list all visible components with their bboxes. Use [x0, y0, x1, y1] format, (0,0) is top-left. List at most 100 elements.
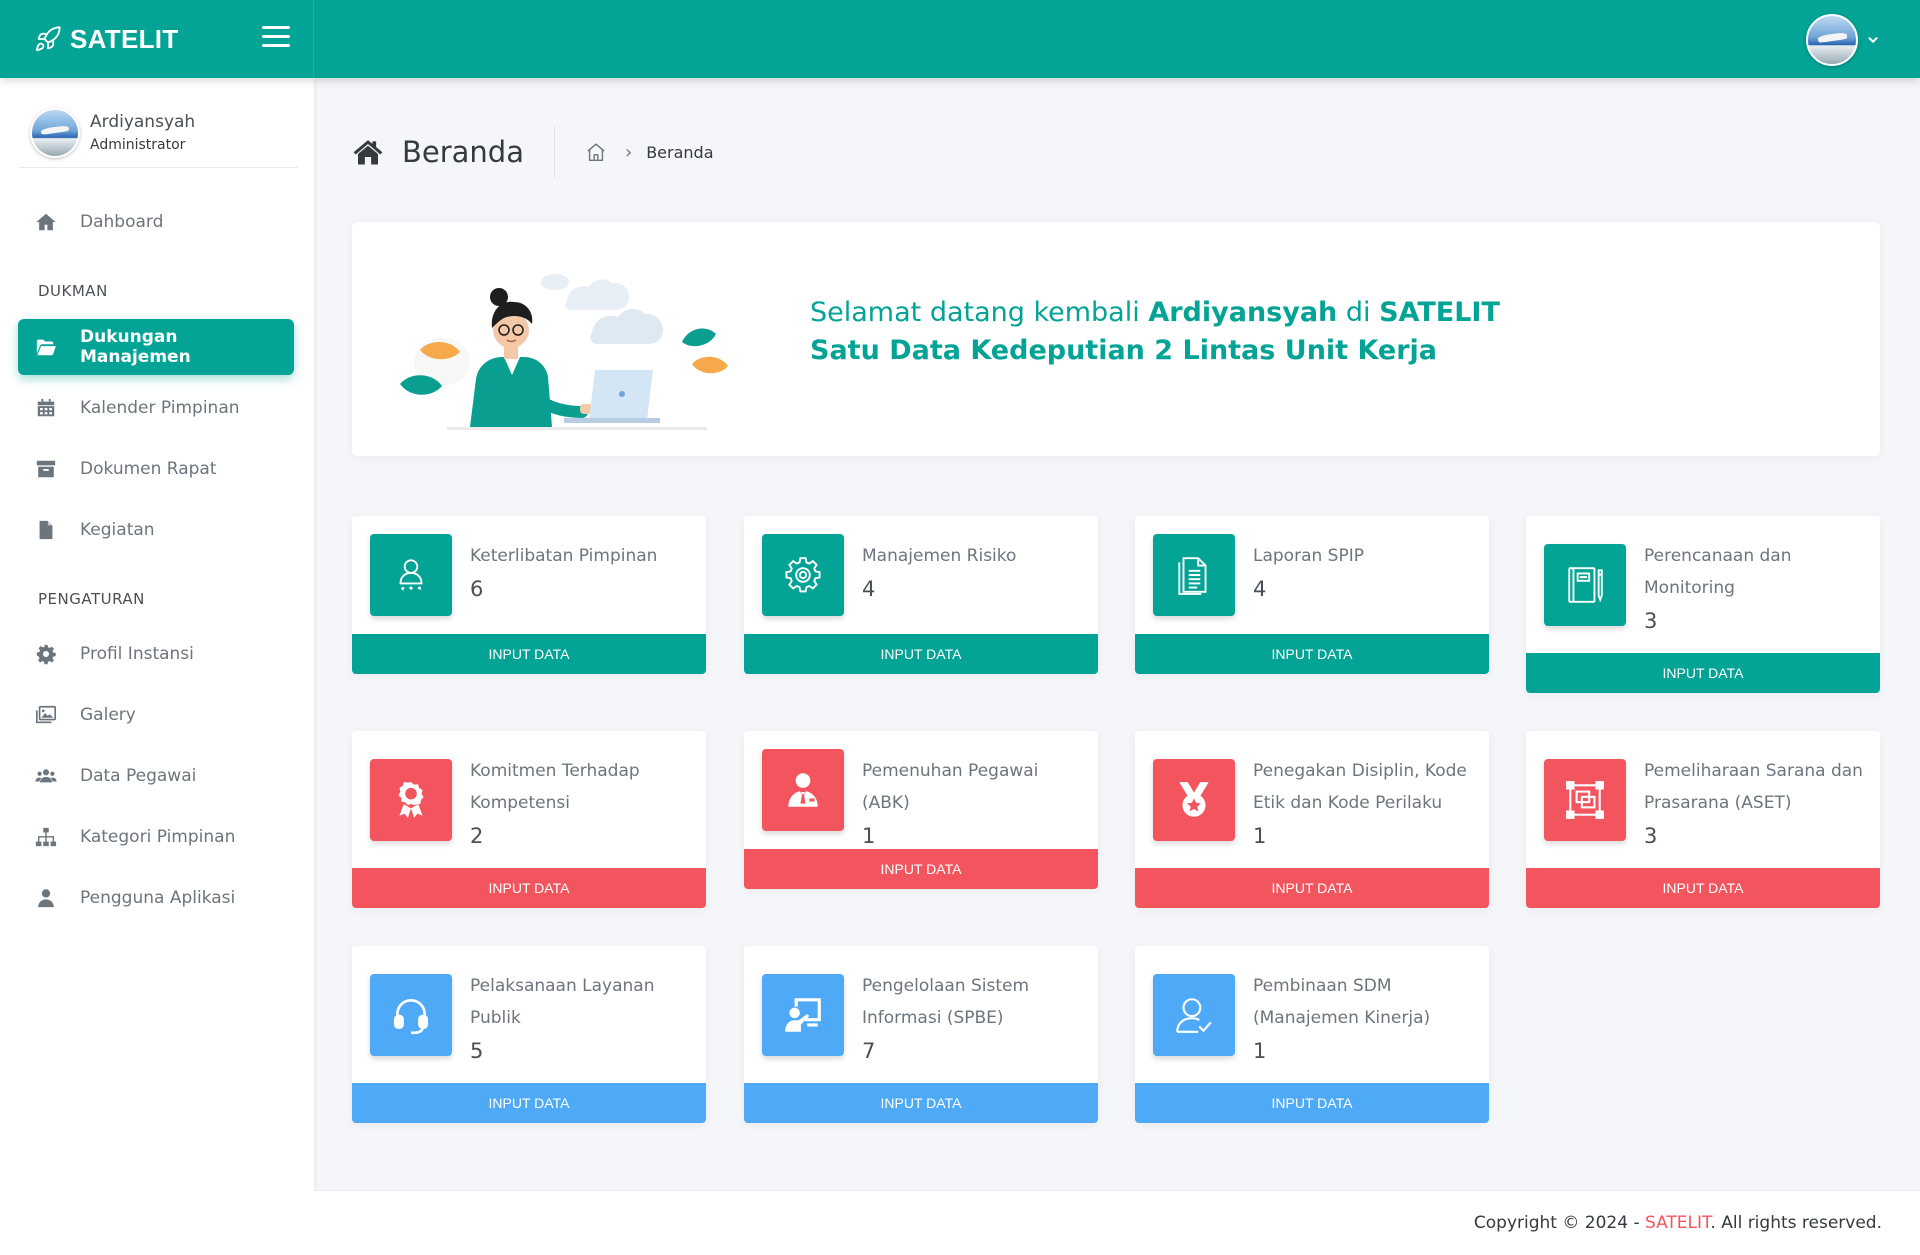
sidebar-item-label: Kategori Pimpinan: [80, 827, 236, 847]
sidebar-item-kategori-pimpinan[interactable]: Kategori Pimpinan: [18, 809, 294, 865]
user-name: Ardiyansyah: [90, 112, 196, 132]
chevron-right-icon: ›: [625, 141, 633, 163]
card-label: Komitmen Terhadap Kompetensi: [470, 761, 640, 813]
sidebar-item-label: Dukungan Manajemen: [80, 327, 191, 367]
images-icon: [34, 703, 58, 727]
sidebar-item-label: Data Pegawai: [80, 766, 197, 786]
input-data-button[interactable]: INPUT DATA: [352, 868, 706, 908]
info-card-sistem-informasi: Pengelolaan Sistem Informasi (SPBE) 7 IN…: [744, 946, 1098, 1123]
avatar: [30, 107, 80, 158]
input-data-button[interactable]: INPUT DATA: [1526, 653, 1880, 693]
input-data-button[interactable]: INPUT DATA: [1135, 868, 1489, 908]
top-navbar: SATELIT: [0, 0, 1920, 78]
card-label: Pemeliharaan Sarana dan Prasarana (ASET): [1644, 761, 1863, 813]
card-label: Keterlibatan Pimpinan: [470, 546, 658, 566]
input-data-button[interactable]: INPUT DATA: [744, 634, 1098, 674]
user-dropdown[interactable]: [1806, 14, 1880, 66]
folder-open-icon: [34, 335, 58, 359]
welcome-prefix: Selamat datang kembali: [810, 297, 1149, 328]
info-card-penegakan-disiplin: Penegakan Disiplin, Kode Etik dan Kode P…: [1135, 731, 1489, 908]
gear-icon: [762, 534, 844, 616]
rocket-icon: [35, 26, 61, 52]
sidebar-item-dukungan-manajemen[interactable]: Dukungan Manajemen: [18, 319, 294, 375]
headset-icon: [370, 974, 452, 1056]
home-icon: [34, 210, 58, 234]
welcome-illustration: [400, 274, 728, 430]
footer-brand-link[interactable]: SATELIT: [1645, 1213, 1710, 1233]
sidebar-item-galery[interactable]: Galery: [18, 687, 294, 743]
card-label: Perencanaan dan Monitoring: [1644, 546, 1792, 598]
sidebar-item-label: Kalender Pimpinan: [80, 398, 240, 418]
home-outline-icon[interactable]: [585, 141, 607, 163]
copyright-prefix: Copyright © 2024 -: [1473, 1213, 1645, 1233]
input-data-button[interactable]: INPUT DATA: [744, 849, 1098, 889]
document-icon: [1153, 534, 1235, 616]
leader-icon: [370, 534, 452, 616]
gear-icon: [34, 642, 58, 666]
hamburger-menu-icon[interactable]: [262, 26, 290, 50]
card-count: 1: [862, 824, 876, 848]
input-data-button[interactable]: INPUT DATA: [352, 1083, 706, 1123]
card-label: Pengelolaan Sistem Informasi (SPBE): [862, 976, 1030, 1028]
welcome-mid: di: [1337, 297, 1380, 328]
card-label: Penegakan Disiplin, Kode Etik dan Kode P…: [1253, 761, 1467, 813]
sidebar-item-kegiatan[interactable]: Kegiatan: [18, 502, 294, 558]
notebook-icon: [1544, 544, 1626, 626]
sidebar: Ardiyansyah Administrator Dahboard DUKMA…: [0, 78, 314, 1255]
copyright-suffix: . All rights reserved.: [1710, 1213, 1882, 1233]
card-count: 1: [1253, 1039, 1267, 1063]
input-data-button[interactable]: INPUT DATA: [1135, 1083, 1489, 1123]
user-check-icon: [1153, 974, 1235, 1056]
card-count: 6: [470, 577, 484, 601]
brand-name: SATELIT: [70, 23, 179, 54]
employee-icon: [762, 749, 844, 831]
card-count: 4: [862, 577, 876, 601]
sidebar-item-data-pegawai[interactable]: Data Pegawai: [18, 748, 294, 804]
sidebar-item-pengguna-aplikasi[interactable]: Pengguna Aplikasi: [18, 870, 294, 926]
card-label: Manajemen Risiko: [862, 546, 1017, 566]
input-data-button[interactable]: INPUT DATA: [352, 634, 706, 674]
content-header: Beranda › Beranda: [352, 126, 714, 178]
user-role: Administrator: [90, 137, 186, 153]
info-card-keterlibatan-pimpinan: Keterlibatan Pimpinan 6 INPUT DATA: [352, 516, 706, 674]
sidebar-item-label: Kegiatan: [80, 520, 155, 540]
welcome-banner: Selamat datang kembali Ardiyansyah di SA…: [352, 222, 1880, 456]
welcome-brand: SATELIT: [1379, 297, 1500, 328]
sidebar-item-kalender-pimpinan[interactable]: Kalender Pimpinan: [18, 380, 294, 436]
sidebar-item-profil-instansi[interactable]: Profil Instansi: [18, 626, 294, 682]
sidebar-item-label: Galery: [80, 705, 136, 725]
info-card-komitmen-kompetensi: Komitmen Terhadap Kompetensi 2 INPUT DAT…: [352, 731, 706, 908]
info-card-pemeliharaan-aset: Pemeliharaan Sarana dan Prasarana (ASET)…: [1526, 731, 1880, 908]
card-label: Pembinaan SDM (Manajemen Kinerja): [1253, 976, 1431, 1028]
nav-header-pengaturan: PENGATURAN: [38, 590, 145, 608]
card-count: 7: [862, 1039, 876, 1063]
archive-icon: [34, 457, 58, 481]
breadcrumb: › Beranda: [585, 141, 714, 163]
avatar: [1806, 14, 1858, 66]
input-data-button[interactable]: INPUT DATA: [1526, 868, 1880, 908]
sidebar-item-label: Profil Instansi: [80, 644, 194, 664]
input-data-button[interactable]: INPUT DATA: [744, 1083, 1098, 1123]
card-label: Laporan SPIP: [1253, 546, 1364, 566]
sidebar-item-label: Dokumen Rapat: [80, 459, 217, 479]
sidebar-item-label: Dahboard: [80, 212, 164, 232]
breadcrumb-current: Beranda: [646, 142, 714, 162]
nav-header-dukman: DUKMAN: [38, 282, 108, 300]
sidebar-item-dokumen-rapat[interactable]: Dokumen Rapat: [18, 441, 294, 497]
sidebar-item-dashboard[interactable]: Dahboard: [18, 194, 294, 250]
card-count: 3: [1644, 824, 1658, 848]
input-data-button[interactable]: INPUT DATA: [1135, 634, 1489, 674]
info-card-pembinaan-sdm: Pembinaan SDM (Manajemen Kinerja) 1 INPU…: [1135, 946, 1489, 1123]
home-icon: [353, 140, 383, 165]
info-card-laporan-spip: Laporan SPIP 4 INPUT DATA: [1135, 516, 1489, 674]
user-panel[interactable]: Ardiyansyah Administrator: [18, 98, 298, 168]
card-count: 3: [1644, 609, 1658, 633]
welcome-message: Selamat datang kembali Ardiyansyah di SA…: [810, 294, 1500, 370]
asset-icon: [1544, 759, 1626, 841]
info-card-pemenuhan-pegawai: Pemenuhan Pegawai (ABK) 1 INPUT DATA: [744, 731, 1098, 889]
users-icon: [34, 764, 58, 788]
sitemap-icon: [34, 825, 58, 849]
card-count: 1: [1253, 824, 1267, 848]
copyright-text: Copyright © 2024 - SATELIT. All rights r…: [1474, 1213, 1882, 1233]
footer: Copyright © 2024 - SATELIT. All rights r…: [314, 1190, 1920, 1255]
